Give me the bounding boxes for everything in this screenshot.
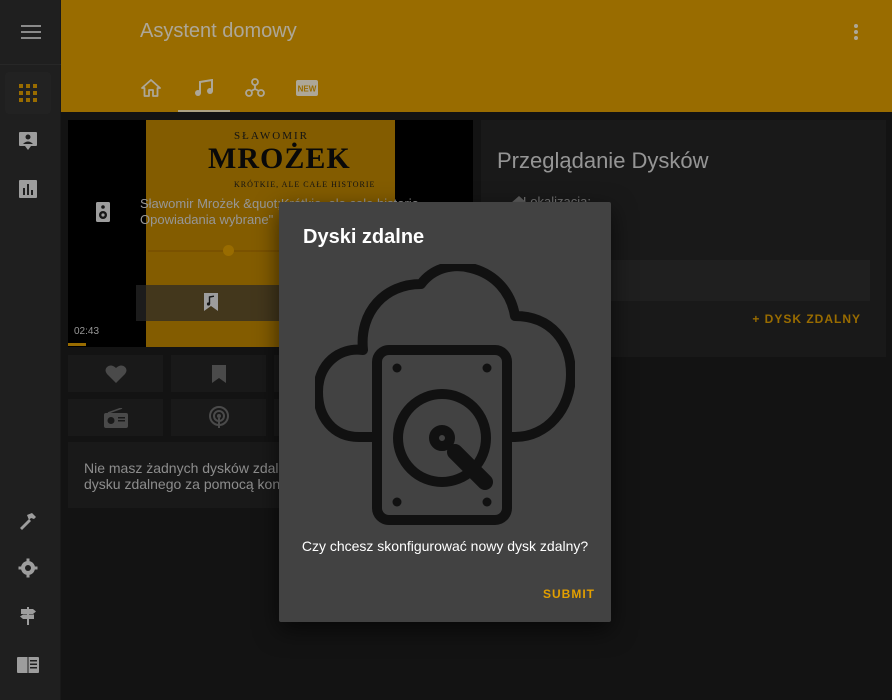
remote-drives-dialog: Dyski zdalne Czy chcesz skonfigurować no… xyxy=(279,202,611,622)
cloud-hard-drive-icon xyxy=(313,261,576,525)
submit-button[interactable]: SUBMIT xyxy=(543,587,595,601)
dialog-title: Dyski zdalne xyxy=(303,226,425,248)
dialog-question: Czy chcesz skonfigurować nowy dysk zdaln… xyxy=(301,538,589,554)
cloud-drive-illustration xyxy=(313,261,576,531)
